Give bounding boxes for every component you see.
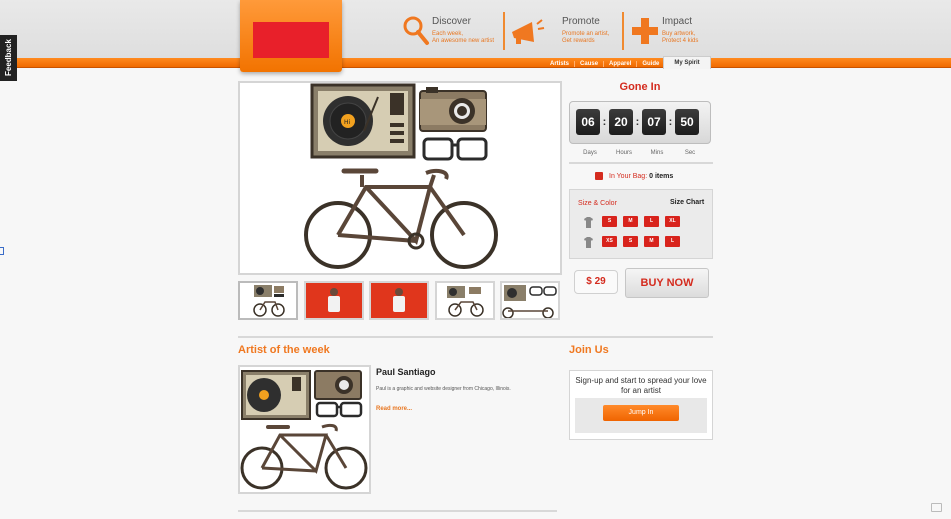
edge-marker bbox=[0, 247, 4, 255]
thumbnail-1[interactable] bbox=[238, 281, 298, 320]
thumbnail-illustration bbox=[447, 286, 484, 317]
divider bbox=[503, 12, 505, 50]
divider bbox=[569, 162, 713, 164]
thumbnail-illustration bbox=[502, 285, 557, 318]
logo-mark bbox=[253, 22, 329, 58]
product-image[interactable]: Hi bbox=[238, 81, 562, 275]
thumbnail-5[interactable] bbox=[500, 281, 560, 320]
size-button[interactable]: L bbox=[665, 236, 680, 247]
bag-count: 0 items bbox=[649, 173, 674, 180]
countdown-title: Gone In bbox=[619, 81, 661, 93]
size-button[interactable]: M bbox=[623, 216, 638, 227]
join-text: Sign-up and start to spread your love fo… bbox=[575, 376, 707, 395]
feature-subtitle: Buy artwork, bbox=[662, 31, 696, 37]
countdown-mins: 07 bbox=[642, 109, 666, 135]
svg-text:Hi: Hi bbox=[344, 119, 351, 126]
megaphone-icon bbox=[512, 19, 545, 44]
thumbnail-illustration bbox=[253, 285, 285, 317]
divider bbox=[622, 12, 624, 50]
feature-impact[interactable]: Impact Buy artwork, Protect 4 kids bbox=[632, 10, 722, 50]
thumbnail-2[interactable] bbox=[304, 281, 364, 320]
main-nav: Artists Cause Apparel Guide bbox=[545, 58, 664, 69]
nav-cause[interactable]: Cause bbox=[575, 60, 605, 67]
feature-title: Impact bbox=[662, 16, 693, 27]
artist-description: Paul is a graphic and website designer f… bbox=[376, 386, 511, 392]
bag-status[interactable]: In Your Bag: 0 items bbox=[609, 173, 673, 180]
artist-name: Paul Santiago bbox=[376, 367, 436, 377]
plus-icon bbox=[632, 18, 658, 44]
countdown-timer: 06 : 20 : 07 : 50 bbox=[569, 101, 711, 144]
size-button[interactable]: L bbox=[644, 216, 659, 227]
divider bbox=[238, 510, 557, 512]
size-button[interactable]: S bbox=[602, 216, 617, 227]
shopping-bag-icon bbox=[595, 172, 603, 180]
size-button[interactable]: M bbox=[644, 236, 659, 247]
nav-bar bbox=[0, 58, 951, 68]
feedback-tab[interactable]: Feedback bbox=[0, 35, 17, 81]
size-chart-link[interactable]: Size Chart bbox=[670, 199, 704, 206]
feature-discover[interactable]: Discover Each week, An awesome new artis… bbox=[402, 10, 502, 50]
countdown-secs: 50 bbox=[675, 109, 699, 135]
size-button[interactable]: XL bbox=[665, 216, 680, 227]
artist-image[interactable] bbox=[238, 365, 371, 494]
site-logo[interactable] bbox=[240, 0, 342, 72]
tshirt-icon bbox=[584, 217, 593, 228]
separator: : bbox=[668, 116, 673, 128]
size-color-panel: Size & Color Size Chart S M L XL XS S M … bbox=[569, 189, 713, 259]
countdown-hours: 20 bbox=[609, 109, 633, 135]
feature-title: Discover bbox=[432, 16, 471, 27]
feature-title: Promote bbox=[562, 16, 600, 27]
thumbnail-photo bbox=[371, 283, 427, 318]
feature-subtitle: Get rewards bbox=[562, 38, 595, 44]
feature-subtitle: Each week, bbox=[432, 31, 464, 37]
tab-my-spirit[interactable]: My Spirit bbox=[663, 56, 711, 69]
nav-guide[interactable]: Guide bbox=[637, 61, 664, 67]
feature-subtitle: Protect 4 kids bbox=[662, 38, 699, 44]
price-tag: $ 29 bbox=[574, 270, 618, 294]
feature-subtitle: An awesome new artist bbox=[432, 38, 495, 44]
thumbnail-3[interactable] bbox=[369, 281, 429, 320]
nav-apparel[interactable]: Apparel bbox=[604, 60, 638, 67]
feature-subtitle: Promote an artist, bbox=[562, 31, 610, 37]
countdown-label: Days bbox=[583, 150, 597, 156]
feature-promote[interactable]: Promote Promote an artist, Get rewards bbox=[512, 10, 612, 50]
product-illustration: Hi bbox=[304, 83, 498, 269]
size-row: S M L XL bbox=[602, 216, 680, 227]
artist-section-title: Artist of the week bbox=[238, 344, 330, 356]
countdown-label: Sec bbox=[684, 150, 696, 156]
size-button[interactable]: XS bbox=[602, 236, 617, 247]
thumbnail-4[interactable] bbox=[435, 281, 495, 320]
separator: : bbox=[635, 116, 640, 128]
join-panel: Sign-up and start to spread your love fo… bbox=[569, 370, 713, 440]
countdown-label: Hours bbox=[615, 150, 632, 156]
buy-now-button[interactable]: BUY NOW bbox=[625, 268, 709, 298]
countdown-label: Mins bbox=[650, 150, 664, 156]
read-more-link[interactable]: Read more... bbox=[376, 406, 412, 412]
join-action-area: Jump In bbox=[575, 398, 707, 433]
nav-artists[interactable]: Artists bbox=[545, 60, 576, 67]
size-title: Size & Color bbox=[578, 200, 617, 207]
separator: : bbox=[602, 116, 607, 128]
divider bbox=[238, 336, 713, 338]
countdown-days: 06 bbox=[576, 109, 600, 135]
jump-in-button[interactable]: Jump In bbox=[603, 405, 679, 421]
corner-widget-icon[interactable] bbox=[931, 503, 942, 512]
thumbnail-photo bbox=[306, 283, 362, 318]
size-button[interactable]: S bbox=[623, 236, 638, 247]
tshirt-icon bbox=[584, 237, 593, 248]
bag-label: In Your Bag: bbox=[609, 173, 648, 180]
artist-illustration bbox=[240, 370, 368, 490]
magnifier-icon bbox=[403, 16, 429, 45]
join-section-title: Join Us bbox=[569, 344, 609, 356]
size-row: XS S M L bbox=[602, 236, 680, 247]
countdown-labels: Days Hours Mins Sec bbox=[569, 150, 711, 158]
